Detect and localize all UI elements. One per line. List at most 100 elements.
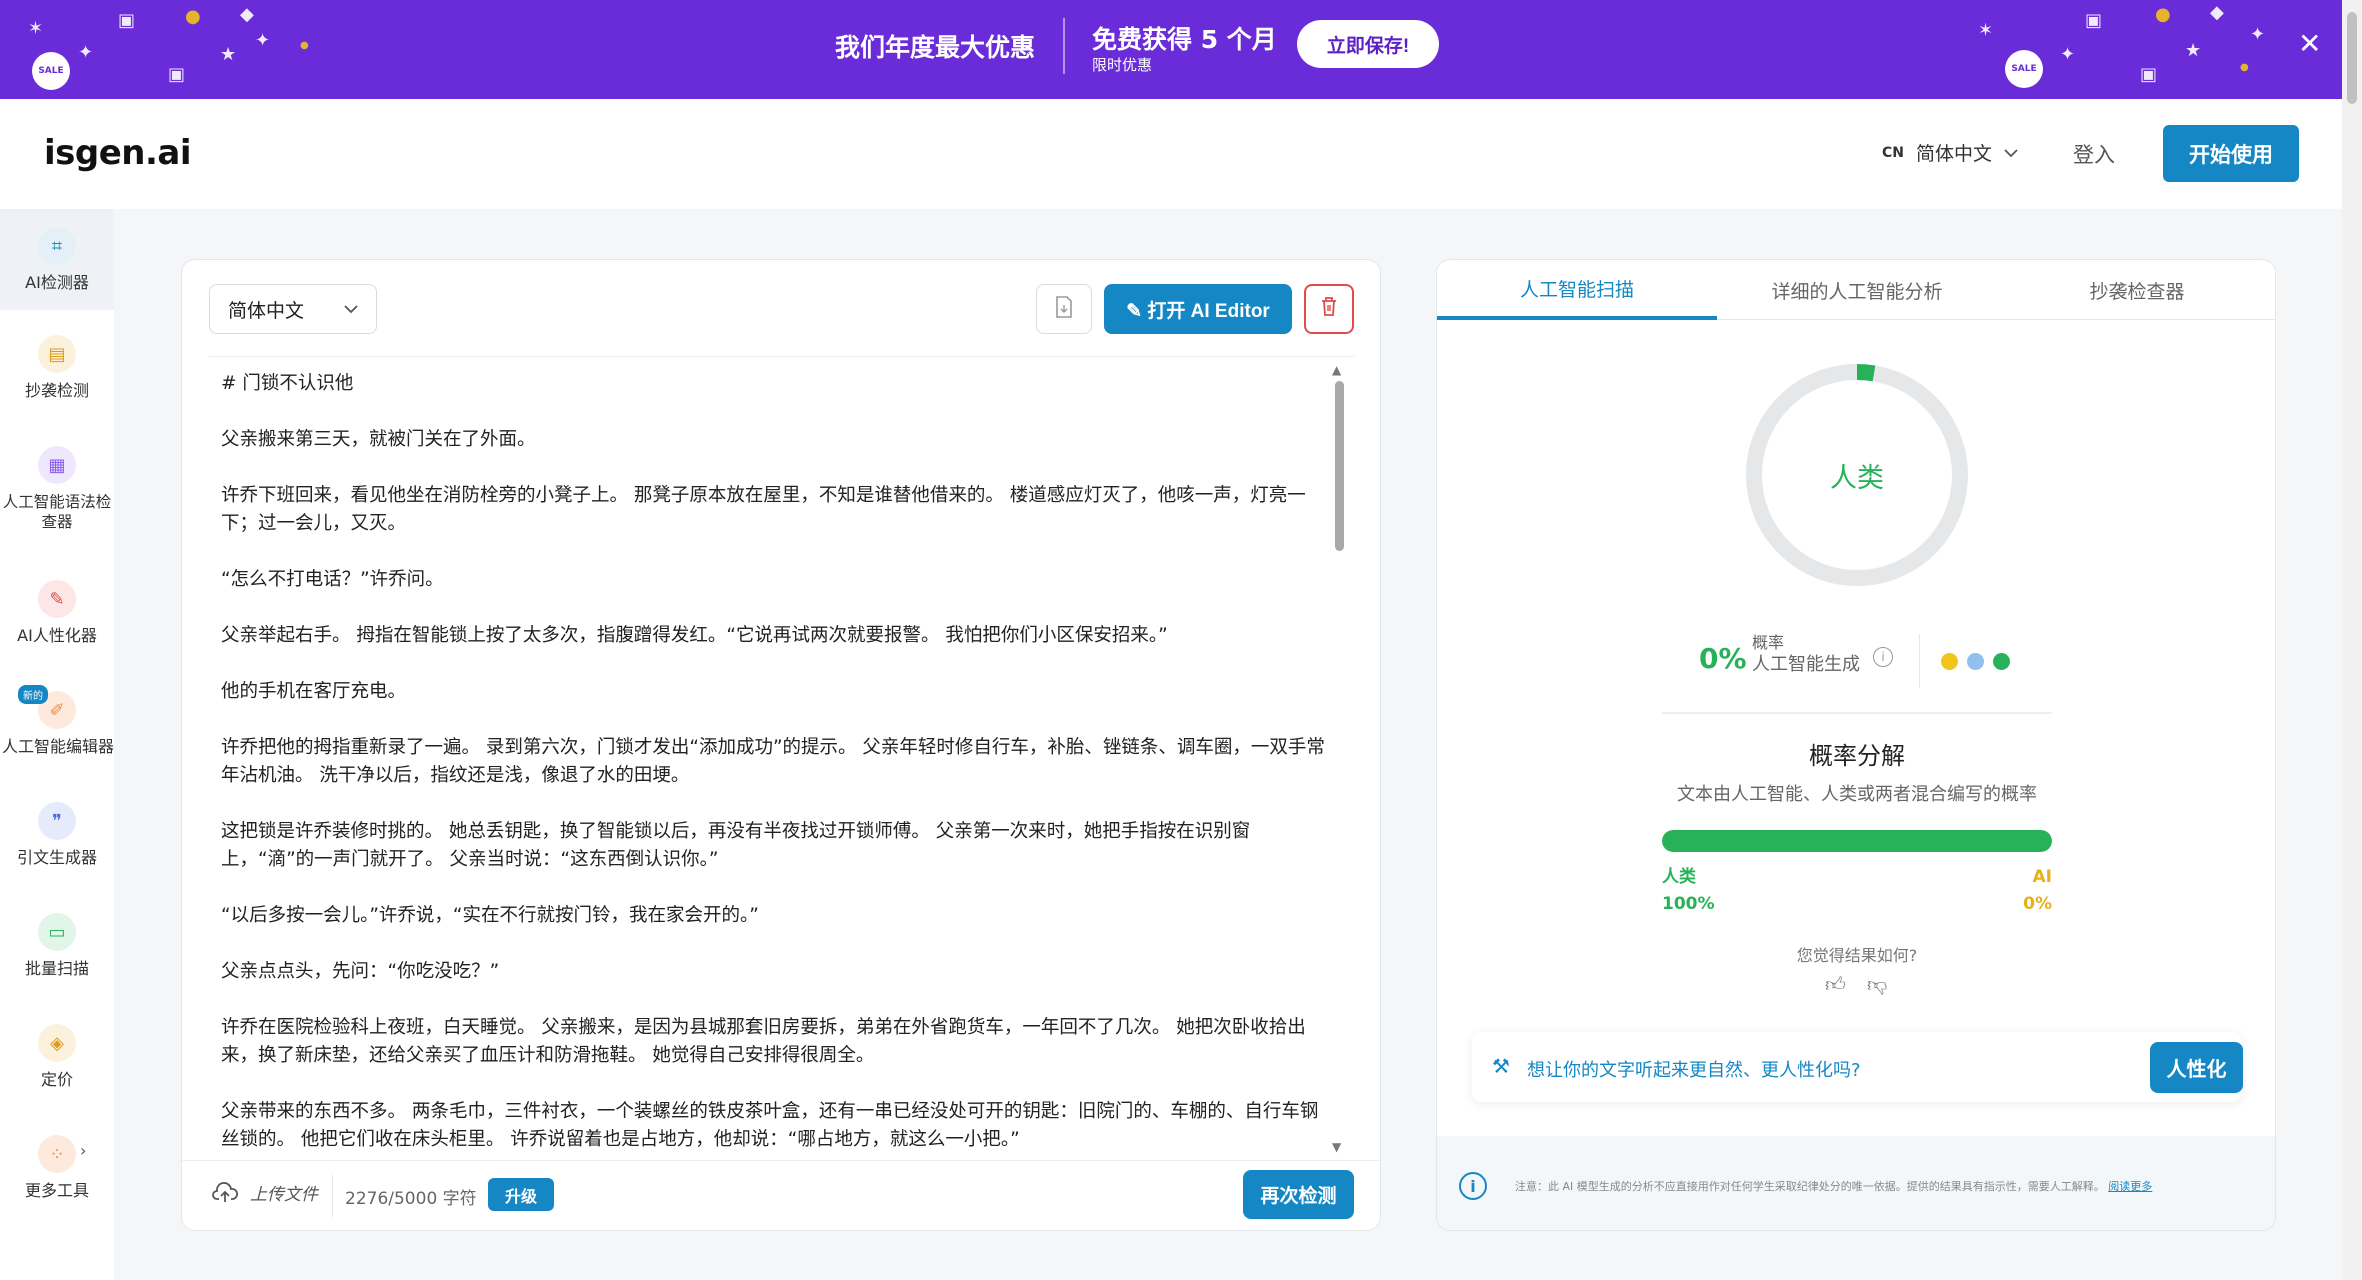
upgrade-button[interactable]: 升级 (488, 1178, 554, 1211)
save-now-button[interactable]: 立即保存! (1297, 20, 1439, 68)
chevron-down-icon (344, 305, 358, 314)
upload-file-button[interactable]: 上传文件 (212, 1180, 318, 1205)
ai-legend: AI 0% (2017, 864, 2052, 918)
footer-vertical-divider (332, 1175, 333, 1217)
text-paragraph: 这把锁是许乔装修时挑的。 她总丢钥匙，换了智能锁以后，再没有半夜找过开锁师傅。 … (221, 821, 1251, 870)
banner-title: 我们年度最大优惠 (835, 33, 1036, 62)
ai-percent-bar-label: 0% (2023, 894, 2052, 914)
probability-divider (1919, 634, 1920, 688)
feedback-question: 您觉得结果如何? (1796, 946, 1918, 965)
sidebar-item-citation[interactable]: ❞ 引文生成器 (0, 802, 114, 868)
dot-decoration: ● (185, 6, 201, 27)
gift-decoration: ▣ (168, 64, 186, 85)
sidebar-item-grammar[interactable]: ▦ 人工智能语法检查器 (0, 446, 114, 532)
text-paragraph: “怎么不打电话？”许乔问。 (221, 569, 444, 590)
results-panel: 人工智能扫描 详细的人工智能分析 抄袭检查器 人类 0% 概率 人工智能生成 i… (1436, 259, 2276, 1231)
star-decoration: ✶ (1978, 20, 1994, 41)
start-button[interactable]: 开始使用 (2163, 125, 2299, 182)
text-input-area[interactable]: # 门锁不认识他 父亲搬来第三天，就被门关在了外面。 许乔下班回来，看见他坐在消… (221, 370, 1328, 1150)
text-paragraph: 许乔把他的拇指重新录了一遍。 录到第六次，门锁才发出“添加成功”的提示。 父亲年… (221, 737, 1325, 786)
star-decoration: ★ (2185, 40, 2202, 61)
scan-icon: ⌗ (38, 227, 76, 265)
sidebar: ⌗ AI检测器 ▤ 抄袭检测 ▦ 人工智能语法检查器 ✎ AI人性化器 新的 ✐… (0, 209, 114, 1280)
folder-icon: ▭ (38, 913, 76, 951)
read-more-link[interactable]: 阅读更多 (2108, 1180, 2152, 1193)
logo[interactable]: isgen.ai (44, 133, 192, 173)
language-label: 简体中文 (1916, 143, 1993, 165)
info-icon[interactable]: i (1873, 647, 1893, 667)
section-divider (1662, 712, 2052, 714)
page-scrollbar-thumb[interactable] (2347, 12, 2357, 104)
probability-label: 概率 (1752, 633, 1785, 652)
legend-dot-green (1993, 653, 2010, 670)
delete-button[interactable] (1304, 284, 1354, 334)
humanize-button[interactable]: 人性化 (2150, 1042, 2243, 1093)
new-badge: 新的 (18, 685, 48, 704)
file-icon-button[interactable] (1036, 284, 1092, 334)
banner-offer-sub: 限时优惠 (1092, 56, 1153, 74)
sale-badge-left: SALE (32, 52, 70, 90)
sidebar-item-label: AI检测器 (25, 273, 89, 292)
probability-row: 0% 概率 人工智能生成 i (1437, 632, 2275, 692)
text-paragraph: 他的手机在客厅充电。 (221, 681, 407, 702)
disclaimer-body: 注意：此 AI 模型生成的分析不应直接用作对任何学生采取纪律处分的唯一依据。提供… (1515, 1180, 2105, 1193)
disclaimer-text: 注意：此 AI 模型生成的分析不应直接用作对任何学生采取纪律处分的唯一依据。提供… (1515, 1178, 2152, 1194)
recheck-button[interactable]: 再次检测 (1243, 1170, 1354, 1219)
sidebar-item-batch-scan[interactable]: ▭ 批量扫描 (0, 913, 114, 979)
language-select[interactable]: 简体中文 (209, 284, 377, 334)
star-decoration: ✦ (2060, 44, 2076, 65)
info-circle-icon: i (1459, 1172, 1487, 1200)
sidebar-item-pricing[interactable]: ◈ 定价 (0, 1024, 114, 1090)
upload-file-label: 上传文件 (250, 1185, 318, 1205)
cap-decoration: ◆ (2210, 2, 2224, 23)
scroll-down-arrow-icon[interactable]: ▼ (1332, 1140, 1341, 1154)
text-scrollbar-thumb[interactable] (1335, 381, 1344, 551)
footer-divider (182, 1160, 1382, 1161)
sidebar-item-humanizer[interactable]: ✎ AI人性化器 (0, 580, 114, 646)
breakdown-subtitle: 文本由人工智能、人类或两者混合编写的概率 (1677, 784, 2037, 805)
magic-wand-icon: ⚒ (1492, 1054, 1510, 1078)
humanize-prompt[interactable]: 想让你的文字听起来更自然、更人性化吗? (1527, 1056, 1861, 1082)
verdict-label: 人类 (1830, 462, 1884, 494)
close-icon[interactable]: ✕ (2298, 30, 2321, 58)
sidebar-item-editor[interactable]: 新的 ✐ 人工智能编辑器 (0, 685, 114, 757)
text-paragraph: 父亲带来的东西不多。 两条毛巾，三件衬衣，一个装螺丝的铁皮茶叶盒，还有一串已经没… (221, 1101, 1319, 1150)
page-scrollbar[interactable] (2342, 0, 2362, 1280)
sidebar-item-more-tools[interactable]: ⁘ › 更多工具 (0, 1135, 114, 1201)
plagiarism-icon: ▤ (38, 335, 76, 373)
probability-bar (1662, 830, 2052, 852)
ai-percent: 0% (1699, 642, 1747, 675)
document-icon (1056, 295, 1072, 318)
toolbar-divider (209, 356, 1355, 357)
thumbs-up-icon[interactable]: 👍︎ (1825, 972, 1846, 997)
edit-icon: ✎ (1126, 300, 1148, 322)
quote-icon: ❞ (38, 802, 76, 840)
probability-caption: 概率 人工智能生成 (1752, 632, 1860, 676)
legend-dot-blue (1967, 653, 1984, 670)
banner-offer: 免费获得 5 个月 (1092, 25, 1277, 54)
scroll-up-arrow-icon[interactable]: ▲ (1332, 363, 1341, 377)
sidebar-item-label: 定价 (40, 1070, 73, 1089)
thumbs-down-icon[interactable]: 👎︎ (1867, 972, 1887, 997)
tab-detailed-analysis[interactable]: 详细的人工智能分析 (1717, 260, 1997, 320)
chevron-down-icon (2004, 148, 2018, 157)
star-decoration: ✦ (255, 30, 271, 51)
dot-decoration: ● (300, 40, 309, 51)
sidebar-item-plagiarism[interactable]: ▤ 抄袭检测 (0, 335, 114, 401)
editor-panel: 简体中文 ✎ 打开 AI Editor # 门锁不认识他 父亲搬来第三天，就被门… (181, 259, 1382, 1231)
sidebar-item-label: AI人性化器 (17, 626, 97, 645)
text-paragraph: 许乔在医院检验科上夜班，白天睡觉。 父亲搬来，是因为县城那套旧房要拆，弟弟在外省… (221, 1017, 1306, 1066)
chevron-right-icon: › (80, 1141, 87, 1160)
dot-decoration: ● (2155, 4, 2171, 25)
gift-decoration: ▣ (2140, 64, 2158, 85)
legend-dot-yellow (1941, 653, 1958, 670)
sidebar-item-label: 引文生成器 (16, 848, 97, 867)
sidebar-item-label: 批量扫描 (24, 959, 89, 978)
dot-decoration: ● (2240, 62, 2249, 73)
login-link[interactable]: 登入 (2073, 139, 2115, 169)
tab-ai-scan[interactable]: 人工智能扫描 (1437, 260, 1717, 320)
tab-plagiarism-checker[interactable]: 抄袭检查器 (1997, 260, 2275, 320)
sidebar-item-ai-detector[interactable]: ⌗ AI检测器 (0, 209, 114, 310)
open-ai-editor-button[interactable]: ✎ 打开 AI Editor (1104, 284, 1292, 334)
language-switcher[interactable]: CN 简体中文 (1882, 139, 2018, 166)
